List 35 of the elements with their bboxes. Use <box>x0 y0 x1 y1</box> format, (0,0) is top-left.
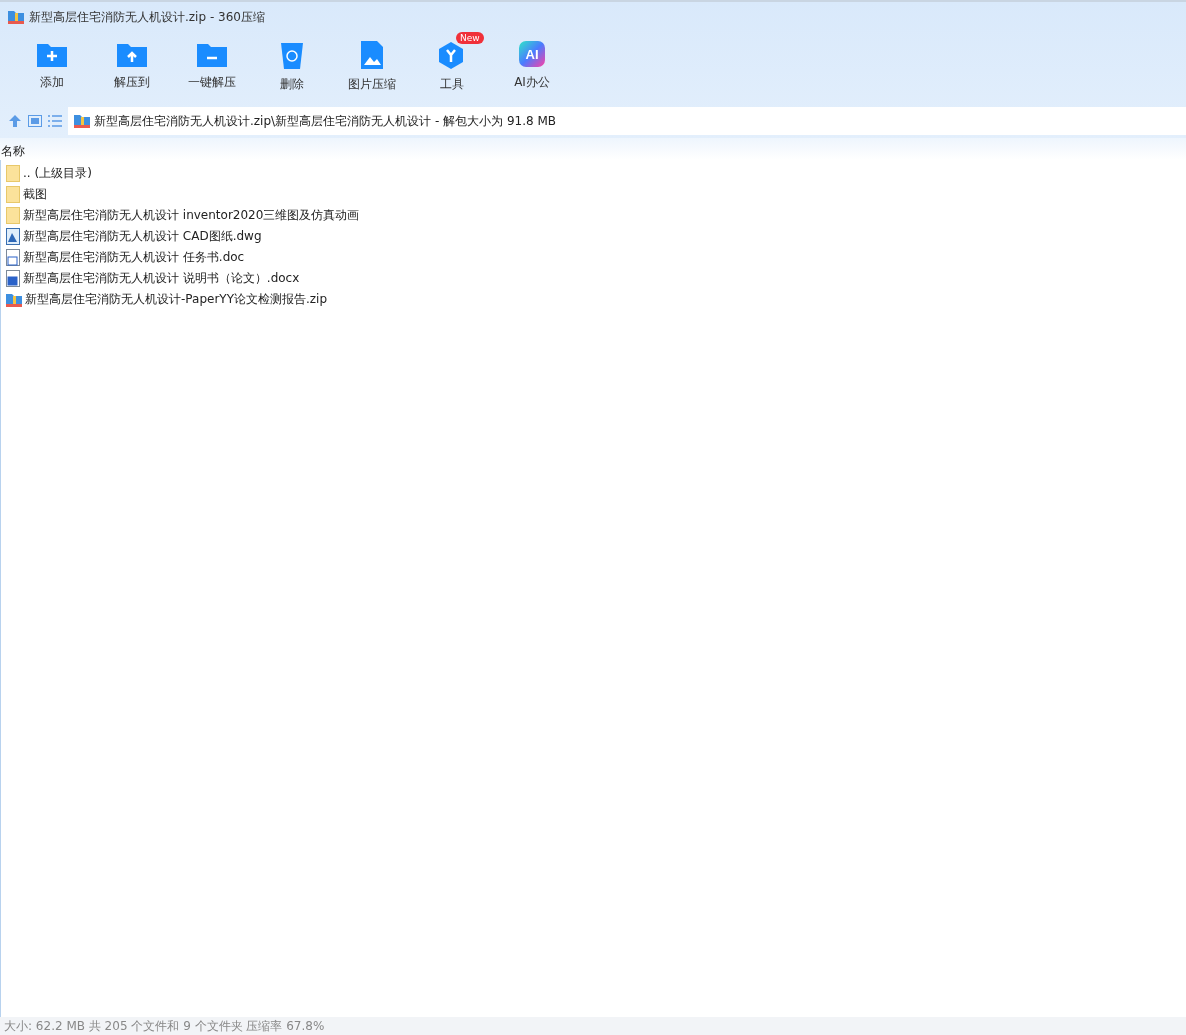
toolbar-button[interactable]: 一键解压 <box>172 32 252 104</box>
status-text: 大小: 62.2 MB 共 205 个文件和 9 个文件夹 压缩率 67.8% <box>4 1017 325 1035</box>
address-bar[interactable]: 新型高层住宅消防无人机设计.zip\新型高层住宅消防无人机设计 - 解包大小为 91.8 MB <box>68 107 1186 135</box>
file-name[interactable]: 新型高层住宅消防无人机设计 inventor2020三维图及仿真动画 <box>23 207 360 224</box>
word-document-icon <box>6 270 20 287</box>
column-header[interactable]: 名称 <box>1 143 25 160</box>
toolbar-button[interactable]: AI AI办公 <box>492 32 572 104</box>
toolbar-button[interactable]: 添加 <box>12 32 92 104</box>
file-name[interactable]: 新型高层住宅消防无人机设计 任务书.doc <box>23 249 245 266</box>
new-badge: New <box>456 32 484 44</box>
word-document-icon <box>6 249 20 266</box>
file-name[interactable]: 截图 <box>23 186 47 203</box>
toolbar-button[interactable]: 解压到 <box>92 32 172 104</box>
up-arrow-icon[interactable] <box>8 114 22 128</box>
address-path: 新型高层住宅消防无人机设计.zip\新型高层住宅消防无人机设计 - 解包大小为 91.8 MB <box>94 112 556 130</box>
file-name[interactable]: 新型高层住宅消防无人机设计-PaperYY论文检测报告.zip <box>25 291 328 308</box>
preview-icon[interactable] <box>28 115 42 127</box>
folder-icon <box>6 186 20 203</box>
toolbar-button[interactable]: New 工具 <box>412 32 492 104</box>
window-title: 新型高层住宅消防无人机设计.zip - 360压缩 <box>29 8 265 26</box>
file-name[interactable]: .. (上级目录) <box>23 165 92 182</box>
drawing-file-icon <box>6 228 20 245</box>
file-name[interactable]: 新型高层住宅消防无人机设计 说明书（论文）.docx <box>23 270 300 287</box>
list-view-icon[interactable] <box>48 115 62 127</box>
folder-icon <box>6 165 20 182</box>
toolbar-button[interactable]: 删除 <box>252 32 332 104</box>
archive-icon <box>6 291 22 308</box>
image-file-icon <box>360 40 384 70</box>
ai-app-icon: AI <box>518 40 546 68</box>
file-name[interactable]: 新型高层住宅消防无人机设计 CAD图纸.dwg <box>23 228 262 245</box>
toolbar-button[interactable]: 图片压缩 <box>332 32 412 104</box>
archive-icon <box>8 9 24 25</box>
folder-icon <box>6 207 20 224</box>
archive-icon <box>74 113 90 129</box>
recycle-bin-icon <box>280 40 304 70</box>
